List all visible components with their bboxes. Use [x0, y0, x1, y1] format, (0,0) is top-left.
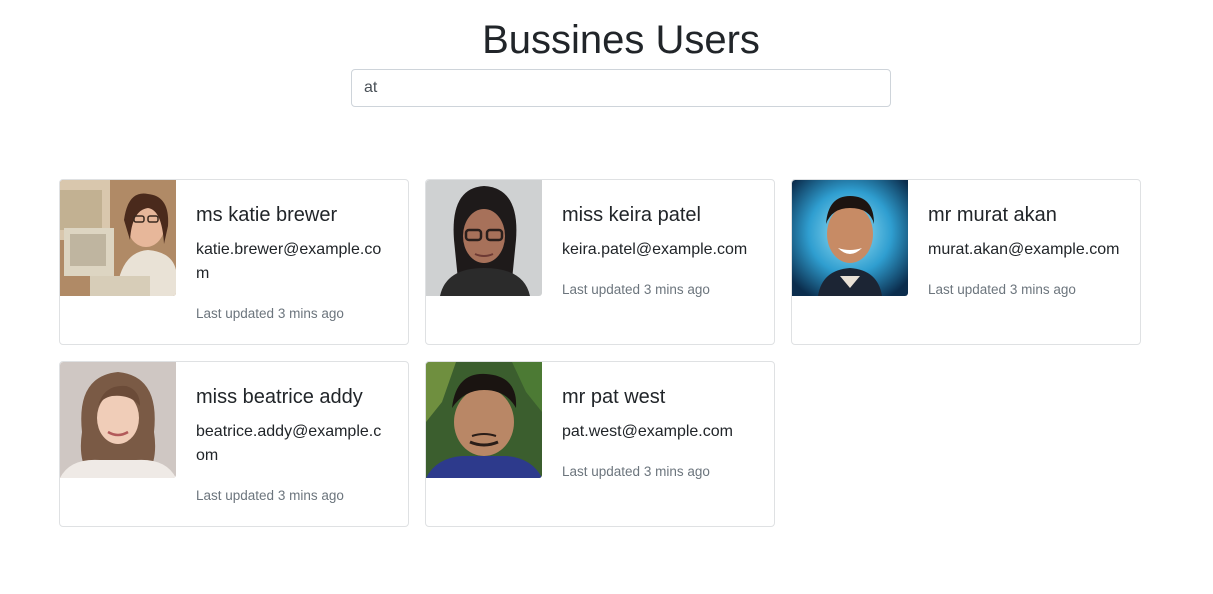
user-email: katie.brewer@example.com — [196, 241, 382, 282]
last-updated-text: Last updated 3 mins ago — [562, 464, 710, 479]
last-updated-text: Last updated 3 mins ago — [196, 488, 344, 503]
page-title: Bussines Users — [482, 18, 760, 62]
avatar — [60, 362, 176, 478]
avatar — [792, 180, 908, 296]
user-email: pat.west@example.com — [562, 423, 733, 440]
user-name: miss beatrice addy — [196, 386, 363, 408]
avatar — [426, 180, 542, 296]
user-email: keira.patel@example.com — [562, 241, 748, 258]
user-email: beatrice.addy@example.com — [196, 423, 382, 464]
search-input[interactable] — [351, 69, 891, 107]
user-name: ms katie brewer — [196, 204, 338, 226]
last-updated-text: Last updated 3 mins ago — [562, 282, 710, 297]
user-card[interactable]: mr pat west pat.west@example.com Last up… — [425, 361, 775, 527]
user-email: murat.akan@example.com — [928, 241, 1120, 258]
user-name: mr murat akan — [928, 204, 1057, 226]
last-updated-text: Last updated 3 mins ago — [928, 282, 1076, 297]
avatar — [60, 180, 176, 296]
user-card[interactable]: mr murat akan murat.akan@example.com Las… — [791, 179, 1141, 345]
last-updated-text: Last updated 3 mins ago — [196, 306, 344, 321]
user-card[interactable]: ms katie brewer katie.brewer@example.com… — [59, 179, 409, 345]
user-name: mr pat west — [562, 386, 666, 408]
avatar — [426, 362, 542, 478]
user-card[interactable]: miss keira patel keira.patel@example.com… — [425, 179, 775, 345]
user-card[interactable]: miss beatrice addy beatrice.addy@example… — [59, 361, 409, 527]
user-name: miss keira patel — [562, 204, 701, 226]
